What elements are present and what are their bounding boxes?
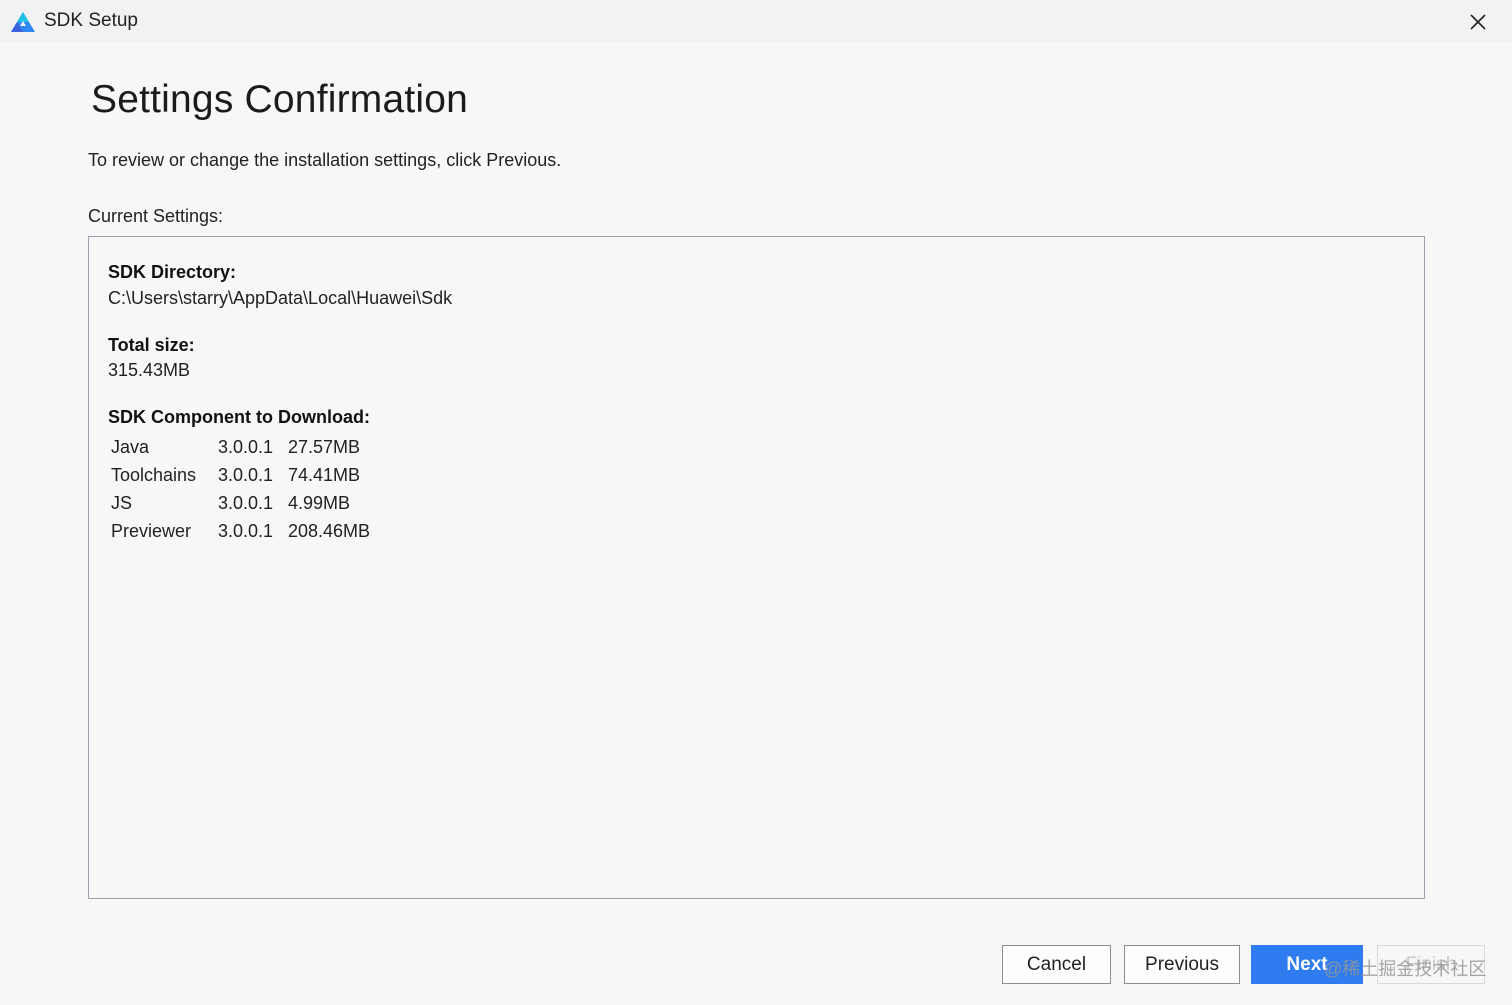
component-version: 3.0.0.1	[218, 492, 274, 513]
component-row: Java 3.0.0.1 27.57MB	[108, 433, 408, 461]
total-size-value: 315.43MB	[108, 360, 191, 380]
title-bar: SDK Setup	[0, 0, 1512, 42]
total-size-label: Total size:	[108, 335, 195, 355]
component-name: Java	[111, 436, 150, 457]
component-size: 4.99MB	[288, 492, 351, 513]
component-name: Toolchains	[111, 464, 197, 485]
component-version: 3.0.0.1	[218, 436, 274, 457]
component-row: JS 3.0.0.1 4.99MB	[108, 489, 408, 517]
component-size: 208.46MB	[288, 520, 371, 541]
component-version: 3.0.0.1	[218, 464, 274, 485]
component-version: 3.0.0.1	[218, 520, 274, 541]
settings-summary-box[interactable]: SDK Directory: C:\Users\starry\AppData\L…	[88, 236, 1425, 899]
previous-button[interactable]: Previous	[1124, 945, 1240, 984]
sdk-directory-value: C:\Users\starry\AppData\Local\Huawei\Sdk	[108, 288, 453, 308]
finish-button[interactable]: Finish	[1377, 945, 1485, 984]
close-icon	[1470, 14, 1486, 30]
cancel-button[interactable]: Cancel	[1002, 945, 1111, 984]
components-table: Java 3.0.0.1 27.57MB Toolchains 3.0.0.1 …	[108, 433, 408, 545]
page-title: Settings Confirmation	[91, 78, 469, 121]
next-button[interactable]: Next	[1251, 945, 1363, 984]
component-name: Previewer	[111, 520, 192, 541]
components-label: SDK Component to Download:	[108, 407, 370, 427]
component-row: Previewer 3.0.0.1 208.46MB	[108, 517, 408, 545]
close-button[interactable]	[1464, 8, 1492, 36]
component-size: 27.57MB	[288, 436, 361, 457]
sdk-directory-label: SDK Directory:	[108, 262, 237, 282]
component-row: Toolchains 3.0.0.1 74.41MB	[108, 461, 408, 489]
window-title: SDK Setup	[44, 10, 138, 31]
app-logo-icon	[11, 12, 35, 32]
component-name: JS	[111, 492, 133, 513]
component-size: 74.41MB	[288, 464, 361, 485]
current-settings-label: Current Settings:	[88, 206, 224, 226]
instruction-text: To review or change the installation set…	[88, 150, 562, 170]
